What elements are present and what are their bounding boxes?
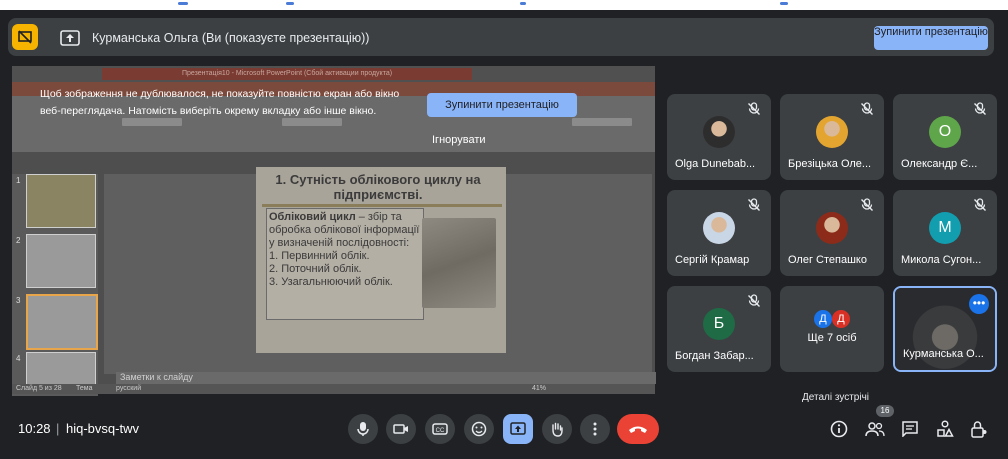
participant-tile[interactable]: М Микола Сугон... xyxy=(893,190,997,276)
participant-name: Курманська О... xyxy=(903,348,984,360)
slide-thumb-selected xyxy=(26,294,98,350)
avatar-photo xyxy=(703,116,735,148)
meeting-code: hiq-bvsq-twv xyxy=(66,421,139,436)
slide-illustration xyxy=(422,218,496,308)
slide-item: 3. Узагальнюючий облік. xyxy=(269,276,393,288)
status-theme: Тема xyxy=(76,385,93,392)
mic-off-icon xyxy=(860,198,874,212)
chat-button[interactable] xyxy=(897,416,923,442)
slide-thumb xyxy=(26,234,96,288)
ppt-title-text: Презентація10 - Microsoft PowerPoint (Сб… xyxy=(102,68,472,80)
slide-title: 1. Сутність облікового циклу на підприєм… xyxy=(275,172,481,202)
hand-icon xyxy=(552,422,563,437)
participant-name: Olga Dunebab... xyxy=(675,158,756,170)
presenting-label: Курманська Ольга (Ви (показуєте презента… xyxy=(92,31,370,45)
hangup-icon xyxy=(629,426,647,433)
chat-icon xyxy=(902,421,918,437)
more-options-icon[interactable]: ••• xyxy=(969,294,989,314)
avatar: Д xyxy=(814,310,832,328)
avatar: О xyxy=(929,116,961,148)
more-participants-tile[interactable]: Д Д Ще 7 осіб xyxy=(780,286,884,372)
slide-thumb xyxy=(26,174,96,228)
participant-name: Брезіцька Оле... xyxy=(788,158,872,170)
slide-item: 1. Первинний облік. xyxy=(269,250,370,262)
ignore-button[interactable]: Ігнорувати xyxy=(432,134,486,146)
slide-thumb-number: 3 xyxy=(16,296,21,305)
ribbon-edit-tools xyxy=(572,118,632,126)
raise-hand-button[interactable] xyxy=(542,414,572,444)
slide-divider xyxy=(262,204,502,207)
avatar: Б xyxy=(703,308,735,340)
activities-button[interactable] xyxy=(932,416,958,442)
participant-name: Олександр Є... xyxy=(901,158,978,170)
participant-name: Олег Степашко xyxy=(788,254,867,266)
emoji-icon xyxy=(471,421,487,437)
status-zoom: 41% xyxy=(532,385,547,392)
emoji-button[interactable] xyxy=(464,414,494,444)
participant-tile[interactable]: Сергій Крамар xyxy=(667,190,771,276)
slide-item: 2. Поточний облік. xyxy=(269,263,362,275)
participant-tile[interactable]: Олег Степашко xyxy=(780,190,884,276)
avatar-photo xyxy=(816,116,848,148)
people-count-badge: 16 xyxy=(876,405,894,417)
status-bar: Слайд 5 из 28 Тема русский 41% xyxy=(12,384,655,394)
notes-pane: Заметки к слайду xyxy=(116,372,656,384)
status-slide: Слайд 5 из 28 xyxy=(16,385,62,392)
people-icon xyxy=(865,422,885,437)
meeting-details-button[interactable] xyxy=(826,416,852,442)
avatar-photo xyxy=(816,212,848,244)
top-strip xyxy=(0,0,1008,10)
captions-icon: CC xyxy=(432,423,448,435)
slide-thumb-number: 2 xyxy=(16,236,21,245)
participant-name: Сергій Крамар xyxy=(675,254,750,266)
camera-icon xyxy=(393,424,408,434)
clock: 10:28 xyxy=(18,421,51,436)
more-options-button[interactable] xyxy=(580,414,610,444)
participant-name: Ще 7 осіб xyxy=(807,332,857,344)
mic-icon xyxy=(357,422,369,436)
mic-off-icon xyxy=(747,102,761,116)
camera-button[interactable] xyxy=(386,414,416,444)
people-button[interactable] xyxy=(862,416,888,442)
svg-text:CC: CC xyxy=(436,428,445,434)
participant-tile[interactable]: Б Богдан Забар... xyxy=(667,286,771,372)
lock-person-icon xyxy=(971,421,987,438)
present-button[interactable] xyxy=(503,414,533,444)
slide-body-term: Обліковий цикл xyxy=(269,211,356,223)
slide-thumb-number: 4 xyxy=(16,354,21,363)
avatar-photo xyxy=(703,212,735,244)
info-icon xyxy=(830,420,848,438)
mic-off-icon xyxy=(747,294,761,308)
present-icon xyxy=(510,422,526,435)
end-call-button[interactable] xyxy=(617,414,659,444)
self-tile[interactable]: ••• Курманська О... xyxy=(893,286,997,372)
more-vert-icon xyxy=(593,422,597,436)
slide-body: Обліковий цикл – збір та обробка обліков… xyxy=(269,211,421,289)
participant-tile[interactable]: Брезіцька Оле... xyxy=(780,94,884,180)
participant-tile[interactable]: О Олександр Є... xyxy=(893,94,997,180)
share-warning-text: Щоб зображення не дублювалося, не показу… xyxy=(40,88,400,117)
slide-thumb xyxy=(26,352,96,386)
stop-presenting-button[interactable]: Зупинити презентацію xyxy=(874,26,988,50)
participant-tile[interactable]: Olga Dunebab... xyxy=(667,94,771,180)
mic-off-icon xyxy=(973,198,987,212)
avatar: М xyxy=(929,212,961,244)
mic-off-icon xyxy=(747,198,761,212)
mic-button[interactable] xyxy=(348,414,378,444)
present-off-icon xyxy=(12,24,38,50)
activities-icon xyxy=(937,420,954,437)
status-language: русский xyxy=(116,385,142,392)
meeting-details-tooltip: Деталі зустрічі xyxy=(802,392,870,403)
mic-off-icon xyxy=(860,102,874,116)
captions-button[interactable]: CC xyxy=(425,414,455,444)
slide-thumb-number: 1 xyxy=(16,176,21,185)
host-controls-button[interactable] xyxy=(966,416,992,442)
participant-name: Богдан Забар... xyxy=(675,350,754,362)
separator: | xyxy=(56,421,60,436)
stop-presenting-button-2[interactable]: Зупинити презентацію xyxy=(427,93,577,117)
screen-share-icon xyxy=(60,30,82,46)
mic-off-icon xyxy=(973,102,987,116)
participant-name: Микола Сугон... xyxy=(901,254,982,266)
avatar: Д xyxy=(832,310,850,328)
